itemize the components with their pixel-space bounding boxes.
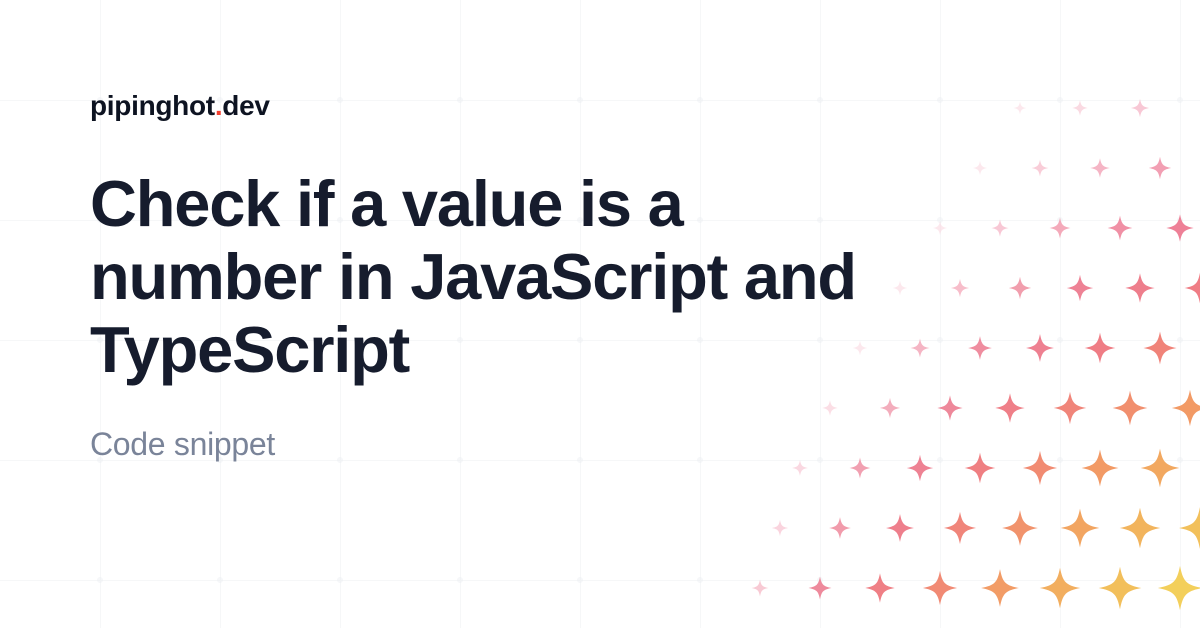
page-subtitle: Code snippet <box>90 426 880 463</box>
site-brand: pipinghot.dev <box>90 90 880 122</box>
page-title: Check if a value is a number in JavaScri… <box>90 168 880 386</box>
brand-name: pipinghot <box>90 90 215 121</box>
card-content: pipinghot.dev Check if a value is a numb… <box>0 0 880 463</box>
brand-tld: dev <box>222 90 269 121</box>
